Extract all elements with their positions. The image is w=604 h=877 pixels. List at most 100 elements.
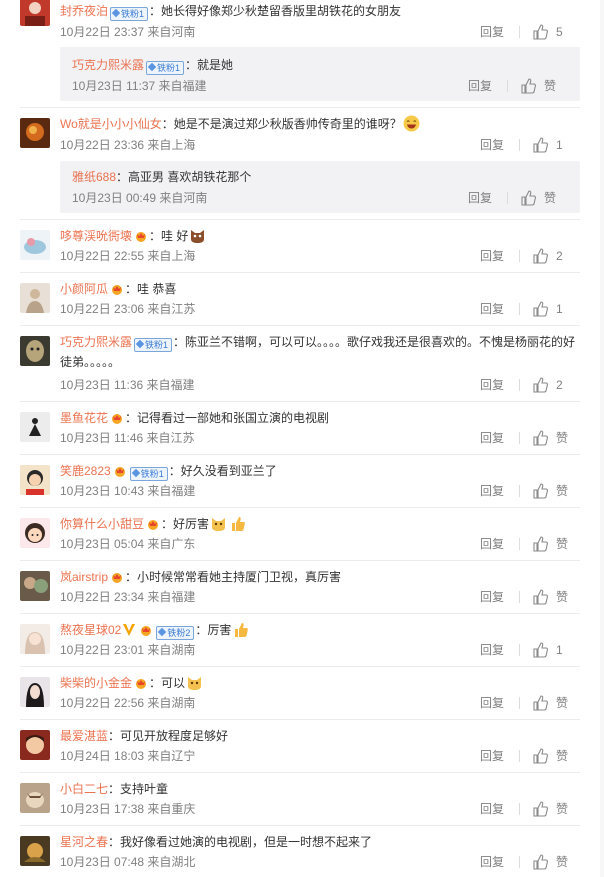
avatar[interactable] xyxy=(20,465,50,495)
comment-text-line: 小颜阿瓜 ：哇 恭喜 xyxy=(60,279,580,299)
avatar[interactable] xyxy=(20,283,50,313)
username-link[interactable]: 巧克力熙米露 xyxy=(60,335,132,349)
fan-badge-icon: 铁粉1 xyxy=(146,61,185,75)
like-button[interactable]: 赞 xyxy=(532,693,580,713)
comment-text-line: Wo就是小小小仙女：她是不是演过郑少秋版香帅传奇里的谁呀？ xyxy=(60,114,580,134)
avatar[interactable] xyxy=(20,230,50,260)
comment-time: 10月23日 07:48 来自湖北 xyxy=(60,855,196,869)
username-link[interactable]: 封乔夜泊 xyxy=(60,4,108,18)
fan-badge-label: 铁粉1 xyxy=(121,9,145,19)
username-link[interactable]: 熬夜星球02 xyxy=(60,623,121,637)
like-button[interactable]: 1 xyxy=(532,135,580,155)
reply-button[interactable]: 回复 xyxy=(480,135,504,155)
thumbs-up-icon xyxy=(533,430,548,446)
username-link[interactable]: 最爱湛蓝 xyxy=(60,729,108,743)
comment-text: ：就是她 xyxy=(185,58,234,72)
reply-button[interactable]: 回复 xyxy=(480,640,504,660)
divider xyxy=(20,454,580,455)
comment-time: 10月22日 22:56 来自湖南 xyxy=(60,696,196,710)
avatar[interactable] xyxy=(20,730,50,760)
avatar[interactable] xyxy=(20,336,50,366)
avatar[interactable] xyxy=(20,118,50,148)
avatar[interactable] xyxy=(20,677,50,707)
reply-button[interactable]: 回复 xyxy=(480,375,504,395)
username-link[interactable]: 岚airstrip xyxy=(60,570,108,584)
username-link[interactable]: 小白二七 xyxy=(60,782,108,796)
username-link[interactable]: 小颜阿瓜 xyxy=(60,282,108,296)
thumbs-up-icon xyxy=(533,301,548,317)
avatar[interactable] xyxy=(20,412,50,442)
divider xyxy=(20,401,580,402)
reply-button[interactable]: 回复 xyxy=(480,587,504,607)
reply-button[interactable]: 回复 xyxy=(480,22,504,42)
reply-button[interactable]: 回复 xyxy=(468,76,492,96)
username-link[interactable]: 巧克力熙米露 xyxy=(72,58,144,72)
reply-button[interactable]: 回复 xyxy=(480,299,504,319)
reply-button[interactable]: 回复 xyxy=(480,481,504,501)
divider xyxy=(20,325,580,326)
like-button[interactable]: 赞 xyxy=(520,76,568,96)
username-link[interactable]: 墨鱼花花 xyxy=(60,411,108,425)
scrollbar-track[interactable] xyxy=(600,0,604,877)
like-button[interactable]: 赞 xyxy=(532,746,580,766)
like-button[interactable]: 赞 xyxy=(532,852,580,872)
avatar[interactable] xyxy=(20,571,50,601)
avatar[interactable] xyxy=(20,783,50,813)
like-button[interactable]: 1 xyxy=(532,640,580,660)
avatar[interactable] xyxy=(20,0,50,26)
comment-text-line: 最爱湛蓝：可见开放程度足够好 xyxy=(60,726,580,746)
username-link[interactable]: 雅纸688 xyxy=(72,170,116,184)
username-link[interactable]: Wo就是小小小仙女 xyxy=(60,117,162,131)
like-count: 5 xyxy=(556,25,563,39)
vip-crown-icon xyxy=(110,571,124,583)
like-button[interactable]: 赞 xyxy=(532,587,580,607)
like-button[interactable]: 2 xyxy=(532,246,580,266)
reply-button[interactable]: 回复 xyxy=(480,534,504,554)
reply-button[interactable]: 回复 xyxy=(480,428,504,448)
reply-button[interactable]: 回复 xyxy=(480,799,504,819)
thumbs-up-icon xyxy=(533,642,548,658)
comment-time: 10月22日 22:55 来自上海 xyxy=(60,249,196,263)
like-count: 赞 xyxy=(556,590,569,604)
thumbs-up-icon xyxy=(533,854,548,870)
divider xyxy=(20,825,580,826)
reply-button[interactable]: 回复 xyxy=(480,693,504,713)
comment-meta: 10月23日 10:43 来自福建 回复 赞 xyxy=(60,481,580,501)
username-link[interactable]: 笑鹿2823 xyxy=(60,464,111,478)
comment-text: ：记得看过一部她和张国立演的电视剧 xyxy=(125,411,330,425)
comment-time: 10月24日 18:03 来自辽宁 xyxy=(60,749,196,763)
thumbs-up-emoji-icon xyxy=(232,621,249,638)
like-count: 1 xyxy=(556,138,563,152)
comment-text-line: 柴柴的小金金 ：可以 xyxy=(60,673,580,693)
username-link[interactable]: 柴柴的小金金 xyxy=(60,676,132,690)
comment-time: 10月22日 23:06 来自江苏 xyxy=(60,302,196,316)
comment-text: ：高亚男 喜欢胡铁花那个 xyxy=(116,170,252,184)
reply-button[interactable]: 回复 xyxy=(468,188,492,208)
comment-text-line: 岚airstrip ：小时候常常看她主持厦门卫视，真厉害 xyxy=(60,567,580,587)
like-button[interactable]: 赞 xyxy=(520,188,568,208)
divider xyxy=(20,719,580,720)
username-link[interactable]: 你算什么小甜豆 xyxy=(60,517,144,531)
avatar[interactable] xyxy=(20,518,50,548)
comment-time: 10月23日 11:46 来自江苏 xyxy=(60,431,195,445)
like-button[interactable]: 赞 xyxy=(532,481,580,501)
avatar[interactable] xyxy=(20,836,50,866)
thumbs-up-icon xyxy=(533,695,548,711)
comment-time: 10月22日 23:36 来自上海 xyxy=(60,138,196,152)
fan-badge-icon: 铁粉1 xyxy=(129,467,168,481)
like-button[interactable]: 2 xyxy=(532,375,580,395)
username-link[interactable]: 星河之春 xyxy=(60,835,108,849)
reply-button[interactable]: 回复 xyxy=(480,246,504,266)
like-button[interactable]: 赞 xyxy=(532,799,580,819)
like-button[interactable]: 赞 xyxy=(532,534,580,554)
comment-text-line: 你算什么小甜豆 ：好厉害 xyxy=(60,514,580,534)
like-button[interactable]: 5 xyxy=(532,22,580,42)
divider xyxy=(507,192,508,204)
avatar[interactable] xyxy=(20,624,50,654)
reply-button[interactable]: 回复 xyxy=(480,746,504,766)
like-button[interactable]: 1 xyxy=(532,299,580,319)
username-link[interactable]: 哆尊渓吮衖壊 xyxy=(60,229,132,243)
comment-meta: 10月23日 00:49 来自河南 回复 赞 xyxy=(72,188,568,208)
like-button[interactable]: 赞 xyxy=(532,428,580,448)
reply-button[interactable]: 回复 xyxy=(480,852,504,872)
